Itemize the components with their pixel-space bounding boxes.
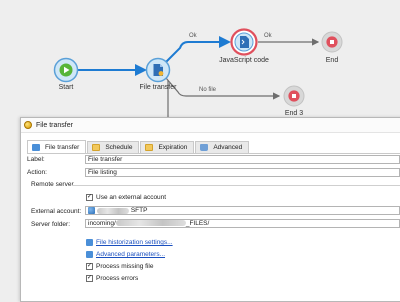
process-errors-label: Process errors xyxy=(96,275,139,282)
redacted-text xyxy=(97,207,129,214)
external-account-field[interactable]: SFTP xyxy=(85,206,400,215)
app-icon xyxy=(24,121,32,129)
transition-label-ok-2: Ok xyxy=(264,33,272,39)
javascript-node-label: JavaScript code xyxy=(219,57,269,64)
history-link-row: File historization settings... xyxy=(86,239,173,246)
use-external-account-label: Use an external account xyxy=(96,194,167,201)
tab-label: Schedule xyxy=(105,144,133,151)
file-transfer-icon xyxy=(32,143,40,151)
process-errors-checkbox[interactable]: ✓ xyxy=(86,275,93,282)
process-errors-row: ✓ Process errors xyxy=(86,275,138,282)
server-folder-suffix: _FILES/ xyxy=(185,220,210,227)
tab-schedule[interactable]: Schedule xyxy=(87,141,140,153)
end3-node-label: End 3 xyxy=(284,110,304,117)
tab-label: Advanced xyxy=(213,144,243,151)
process-missing-checkbox[interactable]: ✓ xyxy=(86,263,93,270)
server-folder-input[interactable]: incoming/ _FILES/ xyxy=(85,219,400,228)
server-folder-caption: Server folder: xyxy=(31,221,71,228)
redacted-text xyxy=(115,220,186,227)
tab-label: File transfer xyxy=(45,143,80,151)
remote-server-heading: Remote server xyxy=(31,181,74,188)
advanced-link-row: Advanced parameters... xyxy=(86,251,165,258)
expiration-icon xyxy=(145,144,154,151)
javascript-node[interactable] xyxy=(230,28,258,56)
label-input[interactable]: File transfer xyxy=(85,155,400,164)
advanced-icon xyxy=(200,144,209,151)
use-external-account-checkbox[interactable]: ✓ xyxy=(86,194,93,201)
file-transfer-node[interactable] xyxy=(145,57,171,83)
dialog-tabs: File transfer Schedule Expiration Advanc… xyxy=(27,140,250,153)
advanced-parameters-icon xyxy=(86,251,93,258)
start-node-label: Start xyxy=(58,84,74,91)
schedule-icon xyxy=(92,144,101,151)
account-icon xyxy=(88,207,95,214)
server-folder-prefix: incoming/ xyxy=(88,220,116,227)
section-divider xyxy=(72,185,400,186)
end-node-label: End xyxy=(325,57,339,64)
history-settings-link[interactable]: File historization settings... xyxy=(96,239,173,246)
external-account-value: SFTP xyxy=(130,207,148,215)
action-caption: Action: xyxy=(27,169,47,176)
advanced-parameters-link[interactable]: Advanced parameters... xyxy=(96,251,165,258)
external-account-caption: External account: xyxy=(31,208,82,215)
action-select[interactable]: File listing xyxy=(85,168,400,177)
tab-advanced[interactable]: Advanced xyxy=(195,141,250,153)
dialog-titlebar[interactable]: File transfer xyxy=(21,118,400,133)
end3-node[interactable] xyxy=(283,85,305,107)
file-transfer-node-label: File transfer xyxy=(139,84,177,91)
history-icon xyxy=(86,239,93,246)
tab-file-transfer[interactable]: File transfer xyxy=(27,140,87,153)
tab-expiration[interactable]: Expiration xyxy=(140,141,195,153)
process-missing-label: Process missing file xyxy=(96,263,154,270)
end-node[interactable] xyxy=(321,31,343,53)
process-missing-row: ✓ Process missing file xyxy=(86,263,153,270)
transition-label-ok: Ok xyxy=(189,33,197,39)
start-node[interactable] xyxy=(53,57,79,83)
use-external-account-row: ✓ Use an external account xyxy=(86,194,166,201)
tab-divider xyxy=(27,153,400,154)
tab-label: Expiration xyxy=(158,144,188,151)
dialog-title: File transfer xyxy=(36,121,73,129)
transition-label-no-file: No file xyxy=(199,87,217,93)
label-caption: Label: xyxy=(27,156,45,163)
